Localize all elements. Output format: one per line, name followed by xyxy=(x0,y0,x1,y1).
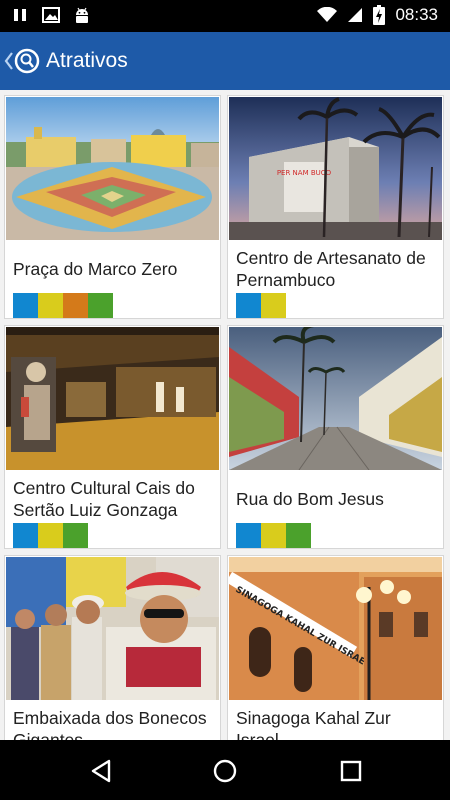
attraction-card-cais-do-sertao[interactable]: Centro Cultural Cais do Sertão Luiz Gonz… xyxy=(4,325,221,549)
attractions-list[interactable]: Praça do Marco Zero PER NAM BUCO Centro … xyxy=(0,90,450,740)
home-circle-icon[interactable] xyxy=(212,758,238,784)
embaixada-bonecos-photo xyxy=(6,557,219,700)
svg-text:PER NAM BUCO: PER NAM BUCO xyxy=(277,169,332,177)
category-tag-blue xyxy=(236,293,261,318)
category-tag-green xyxy=(88,293,113,318)
attraction-name: Praça do Marco Zero xyxy=(13,259,178,279)
back-button[interactable] xyxy=(4,48,40,74)
attraction-card-embaixada-bonecos[interactable]: Embaixada dos Bonecos Gigantes xyxy=(4,555,221,740)
attraction-name: Centro Cultural Cais do Sertão Luiz Gonz… xyxy=(13,478,195,520)
android-icon xyxy=(76,7,88,23)
category-tag-blue xyxy=(13,293,38,318)
navigation-bar xyxy=(0,740,450,800)
recents-square-icon[interactable] xyxy=(338,758,364,784)
image-icon xyxy=(42,7,60,23)
signal-icon xyxy=(348,8,363,22)
attraction-name: Sinagoga Kahal Zur Israel xyxy=(236,708,391,740)
attraction-card-sinagoga[interactable]: SINAGOGA KAHAL ZUR ISRAEL Sinagoga Kahal… xyxy=(227,555,444,740)
category-tags xyxy=(13,523,88,548)
category-tag-green xyxy=(286,523,311,548)
category-tag-orange xyxy=(63,293,88,318)
category-tags xyxy=(236,293,286,318)
page-title: Atrativos xyxy=(46,49,128,72)
category-tag-yellow xyxy=(38,523,63,548)
centro-artesanato-photo: PER NAM BUCO xyxy=(229,97,442,240)
attraction-name: Centro de Artesanato de Pernambuco xyxy=(236,248,426,290)
category-tag-blue xyxy=(13,523,38,548)
app-bar: Atrativos xyxy=(0,32,450,90)
category-tag-blue xyxy=(236,523,261,548)
attraction-name: Rua do Bom Jesus xyxy=(236,489,384,509)
attraction-name: Embaixada dos Bonecos Gigantes xyxy=(13,708,207,740)
location-search-icon xyxy=(14,48,40,74)
battery-charging-icon xyxy=(373,5,386,25)
sinagoga-photo: SINAGOGA KAHAL ZUR ISRAEL xyxy=(229,557,442,700)
pause-icon xyxy=(14,9,26,21)
attraction-card-marco-zero[interactable]: Praça do Marco Zero xyxy=(4,95,221,319)
category-tag-yellow xyxy=(261,293,286,318)
back-triangle-icon[interactable] xyxy=(88,758,114,784)
wifi-icon xyxy=(317,7,338,22)
category-tags xyxy=(13,293,113,318)
marco-zero-photo xyxy=(6,97,219,240)
cais-do-sertao-photo xyxy=(6,327,219,470)
chevron-left-icon xyxy=(4,52,13,70)
attraction-card-rua-do-bom-jesus[interactable]: Rua do Bom Jesus xyxy=(227,325,444,549)
rua-do-bom-jesus-photo xyxy=(229,327,442,470)
status-time: 08:33 xyxy=(395,5,438,24)
category-tag-yellow xyxy=(261,523,286,548)
category-tags xyxy=(236,523,311,548)
status-bar: 08:33 xyxy=(0,0,450,32)
attraction-card-centro-artesanato[interactable]: PER NAM BUCO Centro de Artesanato de Per… xyxy=(227,95,444,319)
category-tag-green xyxy=(63,523,88,548)
category-tag-yellow xyxy=(38,293,63,318)
